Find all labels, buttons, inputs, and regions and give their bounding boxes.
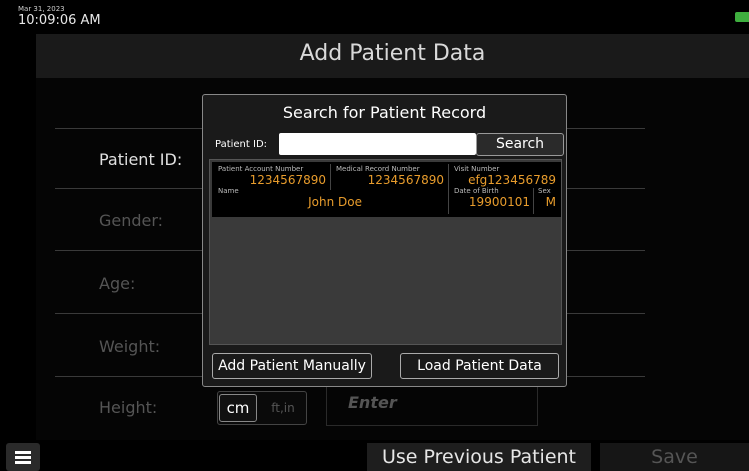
patient-record-row[interactable]: Patient Account Number 1234567890 Medica…: [212, 162, 561, 217]
column-divider: [448, 188, 449, 214]
dob-value: 19900101: [468, 195, 530, 209]
patient-name-value: John Doe: [308, 195, 362, 209]
use-previous-patient-button[interactable]: Use Previous Patient: [367, 443, 591, 471]
status-time: 10:09:06 AM: [18, 13, 101, 28]
battery-icon: [735, 12, 749, 22]
mrn-column-caption: Medical Record Number: [336, 165, 420, 173]
status-bar: Mar 31, 2023 10:09:06 AM: [0, 0, 749, 34]
name-column-caption: Name: [218, 187, 239, 195]
account-column-caption: Patient Account Number: [218, 165, 304, 173]
unit-cm-button[interactable]: cm: [219, 394, 257, 422]
height-label: Height:: [99, 398, 158, 417]
search-patient-dialog: Search for Patient Record Patient ID: Se…: [202, 94, 567, 387]
add-patient-manually-button[interactable]: Add Patient Manually: [212, 353, 372, 379]
column-divider: [448, 164, 449, 190]
mrn-value: 1234567890: [367, 173, 444, 187]
save-button[interactable]: Save: [600, 443, 749, 471]
title-bar: Add Patient Data: [36, 34, 749, 78]
weight-label: Weight:: [99, 337, 161, 356]
load-patient-data-button[interactable]: Load Patient Data: [400, 353, 559, 379]
account-number-value: 1234567890: [249, 173, 326, 187]
age-label: Age:: [99, 274, 136, 293]
column-divider: [330, 164, 331, 190]
dialog-title: Search for Patient Record: [282, 103, 487, 122]
unit-ft-in-button[interactable]: ft,in: [262, 394, 304, 422]
height-input-placeholder: Enter: [348, 393, 397, 412]
dob-column-caption: Date of Birth: [454, 187, 499, 195]
search-results-list[interactable]: Patient Account Number 1234567890 Medica…: [209, 159, 562, 345]
visit-column-caption: Visit Number: [454, 165, 500, 173]
page-title: Add Patient Data: [299, 41, 486, 66]
gender-label: Gender:: [99, 211, 164, 230]
sex-value: M: [545, 195, 556, 209]
patient-id-label: Patient ID:: [99, 150, 183, 169]
column-divider: [533, 188, 534, 214]
sex-column-caption: Sex: [538, 187, 551, 195]
status-date: Mar 31, 2023: [18, 5, 65, 13]
patient-id-search-input[interactable]: [279, 133, 476, 155]
add-patient-screen: Mar 31, 2023 10:09:06 AM Add Patient Dat…: [0, 0, 749, 471]
visit-number-value: efg123456789: [468, 173, 556, 187]
dialog-patient-id-label: Patient ID:: [215, 139, 268, 150]
search-button[interactable]: Search: [476, 133, 564, 156]
hamburger-menu-icon[interactable]: [6, 443, 40, 471]
